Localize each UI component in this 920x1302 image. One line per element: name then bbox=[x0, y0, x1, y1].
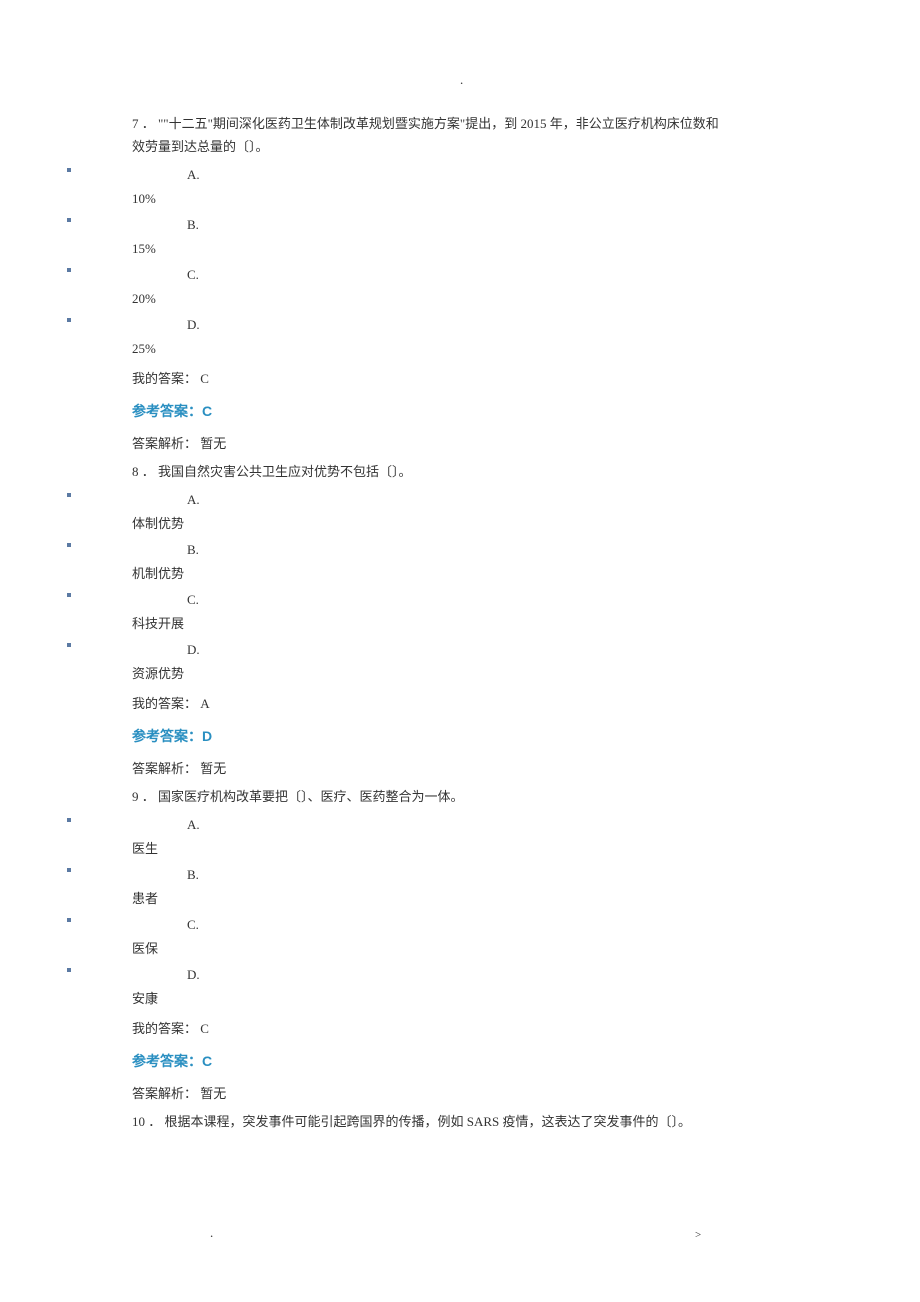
question-text: 7 ． ""十二五"期间深化医药卫生体制改革规划暨实施方案"提出，到 2015 … bbox=[132, 112, 830, 135]
option-text: 15% bbox=[132, 240, 920, 258]
bullet-icon bbox=[67, 868, 71, 872]
bullet-icon bbox=[67, 968, 71, 972]
bullet-icon bbox=[67, 818, 71, 822]
option-letter: D. bbox=[187, 641, 200, 659]
page-marker-top: . bbox=[460, 72, 463, 88]
option-text: 安康 bbox=[132, 990, 920, 1008]
footer-marker-left: . bbox=[210, 1225, 213, 1241]
option-c: C. 20% bbox=[67, 266, 920, 308]
bullet-icon bbox=[67, 643, 71, 647]
option-letter: C. bbox=[187, 266, 199, 284]
question-text: 8 ． 我国自然灾害公共卫生应对优势不包括〔〕。 bbox=[132, 460, 830, 483]
option-text: 10% bbox=[132, 190, 920, 208]
my-answer: 我的答案： C bbox=[132, 368, 920, 387]
my-answer: 我的答案： A bbox=[132, 693, 920, 712]
footer-marker-right: > bbox=[695, 1229, 701, 1241]
option-a: A. 10% bbox=[67, 166, 920, 208]
option-letter: A. bbox=[187, 166, 200, 184]
bullet-icon bbox=[67, 168, 71, 172]
option-d: D. 25% bbox=[67, 316, 920, 358]
option-b: B. 患者 bbox=[67, 866, 920, 908]
bullet-icon bbox=[67, 268, 71, 272]
option-letter: C. bbox=[187, 916, 199, 934]
option-letter: A. bbox=[187, 816, 200, 834]
my-answer: 我的答案： C bbox=[132, 1018, 920, 1037]
bullet-icon bbox=[67, 543, 71, 547]
option-text: 资源优势 bbox=[132, 665, 920, 683]
bullet-icon bbox=[67, 593, 71, 597]
option-letter: B. bbox=[187, 541, 199, 559]
question-text-line2: 效劳量到达总量的〔〕。 bbox=[132, 135, 830, 158]
question-text: 9 ． 国家医疗机构改革要把〔〕、医疗、医药整合为一体。 bbox=[132, 785, 830, 808]
question-text: 10 ． 根据本课程，突发事件可能引起跨国界的传播，例如 SARS 疫情，这表达… bbox=[132, 1110, 830, 1133]
answer-explain: 答案解析： 暂无 bbox=[132, 758, 920, 777]
option-letter: A. bbox=[187, 491, 200, 509]
option-text: 体制优势 bbox=[132, 515, 920, 533]
option-c: C. 科技开展 bbox=[67, 591, 920, 633]
option-letter: C. bbox=[187, 591, 199, 609]
reference-answer: 参考答案：C bbox=[132, 1051, 920, 1071]
option-text: 机制优势 bbox=[132, 565, 920, 583]
bullet-icon bbox=[67, 493, 71, 497]
option-b: B. 机制优势 bbox=[67, 541, 920, 583]
option-text: 患者 bbox=[132, 890, 920, 908]
option-text: 科技开展 bbox=[132, 615, 920, 633]
option-c: C. 医保 bbox=[67, 916, 920, 958]
option-letter: B. bbox=[187, 216, 199, 234]
option-a: A. 医生 bbox=[67, 816, 920, 858]
option-b: B. 15% bbox=[67, 216, 920, 258]
option-letter: D. bbox=[187, 966, 200, 984]
bullet-icon bbox=[67, 318, 71, 322]
option-text: 医保 bbox=[132, 940, 920, 958]
option-a: A. 体制优势 bbox=[67, 491, 920, 533]
option-text: 20% bbox=[132, 290, 920, 308]
reference-answer: 参考答案：D bbox=[132, 726, 920, 746]
option-d: D. 资源优势 bbox=[67, 641, 920, 683]
option-letter: B. bbox=[187, 866, 199, 884]
bullet-icon bbox=[67, 918, 71, 922]
bullet-icon bbox=[67, 218, 71, 222]
reference-answer: 参考答案：C bbox=[132, 401, 920, 421]
option-letter: D. bbox=[187, 316, 200, 334]
option-text: 医生 bbox=[132, 840, 920, 858]
answer-explain: 答案解析： 暂无 bbox=[132, 1083, 920, 1102]
content-area: 7 ． ""十二五"期间深化医药卫生体制改革规划暨实施方案"提出，到 2015 … bbox=[0, 112, 920, 1133]
answer-explain: 答案解析： 暂无 bbox=[132, 433, 920, 452]
option-text: 25% bbox=[132, 340, 920, 358]
option-d: D. 安康 bbox=[67, 966, 920, 1008]
